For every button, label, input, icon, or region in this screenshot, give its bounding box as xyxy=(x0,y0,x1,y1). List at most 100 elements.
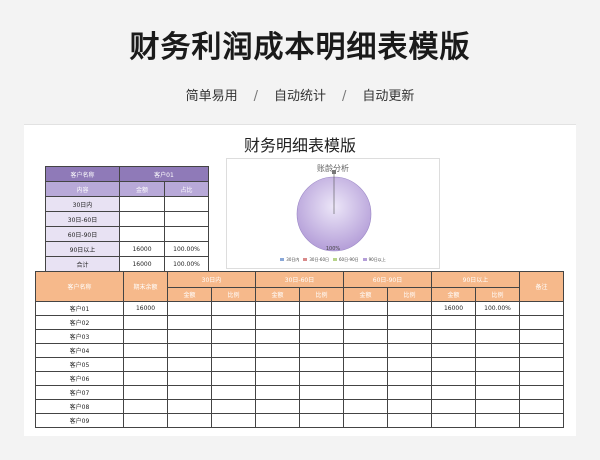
summary-cell-ratio[interactable] xyxy=(164,196,209,212)
detail-cell[interactable] xyxy=(519,357,564,372)
summary-cell-ratio[interactable]: 100.00% xyxy=(164,256,209,272)
detail-cell[interactable] xyxy=(387,357,432,372)
summary-cell-ratio[interactable] xyxy=(164,211,209,227)
detail-cell-name[interactable]: 客户03 xyxy=(35,329,124,344)
detail-cell[interactable] xyxy=(387,301,432,316)
detail-cell-g4-ratio[interactable] xyxy=(475,371,520,386)
detail-cell[interactable] xyxy=(211,399,256,414)
detail-cell[interactable] xyxy=(211,329,256,344)
detail-cell[interactable] xyxy=(519,413,564,428)
detail-cell-name[interactable]: 客户02 xyxy=(35,315,124,330)
summary-cell-label[interactable]: 90日以上 xyxy=(45,241,120,257)
detail-cell[interactable] xyxy=(299,301,344,316)
detail-cell-balance[interactable] xyxy=(123,343,168,358)
detail-cell-balance[interactable] xyxy=(123,329,168,344)
detail-cell[interactable] xyxy=(519,371,564,386)
detail-cell[interactable] xyxy=(387,329,432,344)
summary-cell-amount[interactable]: 16000 xyxy=(119,241,165,257)
summary-cell-label[interactable]: 60日-90日 xyxy=(45,226,120,242)
detail-cell[interactable] xyxy=(343,329,388,344)
detail-cell-name[interactable]: 客户08 xyxy=(35,399,124,414)
summary-cell-label[interactable]: 30日-60日 xyxy=(45,211,120,227)
detail-cell[interactable] xyxy=(343,315,388,330)
detail-cell[interactable] xyxy=(343,413,388,428)
detail-cell[interactable] xyxy=(299,371,344,386)
detail-cell[interactable] xyxy=(519,399,564,414)
detail-cell-name[interactable]: 客户07 xyxy=(35,385,124,400)
detail-cell-name[interactable]: 客户06 xyxy=(35,371,124,386)
detail-cell-g4-ratio[interactable] xyxy=(475,399,520,414)
detail-cell[interactable] xyxy=(167,385,212,400)
detail-cell-g4-amount[interactable] xyxy=(431,315,476,330)
detail-cell-balance[interactable] xyxy=(123,413,168,428)
detail-cell[interactable] xyxy=(519,301,564,316)
detail-cell[interactable] xyxy=(519,329,564,344)
detail-cell[interactable] xyxy=(167,371,212,386)
detail-cell[interactable] xyxy=(343,385,388,400)
detail-cell[interactable] xyxy=(255,399,300,414)
detail-cell[interactable] xyxy=(387,413,432,428)
detail-cell[interactable] xyxy=(299,413,344,428)
detail-cell-g4-amount[interactable] xyxy=(431,371,476,386)
detail-cell[interactable] xyxy=(255,315,300,330)
detail-cell[interactable] xyxy=(255,413,300,428)
summary-cell-label[interactable]: 30日内 xyxy=(45,196,120,212)
detail-cell[interactable] xyxy=(255,357,300,372)
detail-cell[interactable] xyxy=(255,385,300,400)
summary-cell-amount[interactable]: 16000 xyxy=(119,256,165,272)
detail-cell[interactable] xyxy=(299,399,344,414)
detail-cell-balance[interactable] xyxy=(123,315,168,330)
detail-cell-balance[interactable] xyxy=(123,371,168,386)
detail-cell-name[interactable]: 客户09 xyxy=(35,413,124,428)
detail-cell[interactable] xyxy=(211,343,256,358)
detail-cell[interactable] xyxy=(387,399,432,414)
detail-cell-g4-ratio[interactable] xyxy=(475,385,520,400)
summary-cell-amount[interactable] xyxy=(119,226,165,242)
detail-cell[interactable] xyxy=(343,343,388,358)
detail-cell[interactable] xyxy=(299,357,344,372)
detail-cell[interactable] xyxy=(343,301,388,316)
detail-cell-balance[interactable]: 16000 xyxy=(123,301,168,316)
summary-cell-amount[interactable] xyxy=(119,211,165,227)
detail-cell[interactable] xyxy=(211,315,256,330)
detail-cell-g4-amount[interactable] xyxy=(431,385,476,400)
summary-cell-ratio[interactable] xyxy=(164,226,209,242)
detail-cell-g4-amount[interactable] xyxy=(431,357,476,372)
detail-cell[interactable] xyxy=(255,343,300,358)
detail-cell[interactable] xyxy=(211,413,256,428)
detail-cell-balance[interactable] xyxy=(123,385,168,400)
detail-cell-name[interactable]: 客户01 xyxy=(35,301,124,316)
detail-cell-balance[interactable] xyxy=(123,399,168,414)
detail-cell[interactable] xyxy=(299,315,344,330)
detail-cell[interactable] xyxy=(211,357,256,372)
detail-cell[interactable] xyxy=(299,343,344,358)
detail-cell[interactable] xyxy=(255,301,300,316)
detail-cell[interactable] xyxy=(299,329,344,344)
summary-cell-ratio[interactable]: 100.00% xyxy=(164,241,209,257)
detail-cell[interactable] xyxy=(387,371,432,386)
detail-cell[interactable] xyxy=(167,329,212,344)
detail-cell[interactable] xyxy=(519,343,564,358)
detail-cell[interactable] xyxy=(255,329,300,344)
detail-cell[interactable] xyxy=(343,399,388,414)
detail-cell-g4-ratio[interactable] xyxy=(475,315,520,330)
detail-cell[interactable] xyxy=(167,413,212,428)
detail-cell[interactable] xyxy=(167,301,212,316)
detail-cell-g4-amount[interactable] xyxy=(431,329,476,344)
detail-cell[interactable] xyxy=(343,357,388,372)
detail-cell-g4-amount[interactable] xyxy=(431,343,476,358)
detail-cell[interactable] xyxy=(343,371,388,386)
detail-cell[interactable] xyxy=(167,343,212,358)
detail-cell-g4-amount[interactable]: 16000 xyxy=(431,301,476,316)
summary-head-customer-value[interactable]: 客户01 xyxy=(119,166,209,182)
detail-cell[interactable] xyxy=(211,385,256,400)
detail-cell-g4-ratio[interactable] xyxy=(475,343,520,358)
detail-cell-name[interactable]: 客户04 xyxy=(35,343,124,358)
detail-cell-g4-ratio[interactable] xyxy=(475,329,520,344)
detail-cell-g4-ratio[interactable]: 100.00% xyxy=(475,301,520,316)
detail-cell[interactable] xyxy=(255,371,300,386)
summary-cell-amount[interactable] xyxy=(119,196,165,212)
detail-cell[interactable] xyxy=(387,385,432,400)
detail-cell[interactable] xyxy=(299,385,344,400)
detail-cell[interactable] xyxy=(519,315,564,330)
